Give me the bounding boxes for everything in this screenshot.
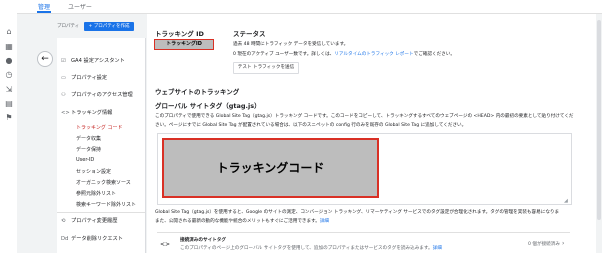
home-icon[interactable]: ⌂ [5, 28, 13, 36]
send-test-traffic-button[interactable]: テスト トラフィックを送信 [233, 62, 299, 74]
scrollbar[interactable] [596, 14, 602, 253]
resize-handle-icon[interactable]: ◢ [564, 198, 568, 204]
gtag-description-line2: さい。ページにすでに Global Site Tag が配置されている場合は、以… [155, 123, 467, 128]
nav-item-ga4-assistant[interactable]: ☑ GA4 設定アシスタント [61, 57, 125, 64]
nav-sub-tracking-code[interactable]: トラッキング コード [76, 124, 122, 131]
code-icon: <> [61, 110, 70, 116]
code-icon-connected: <> [160, 241, 171, 248]
nav-item-access-management[interactable]: ⚇ プロパティのアクセス管理 [61, 91, 133, 98]
settings-box-icon: ▭ [61, 75, 66, 81]
property-nav: ☑ GA4 設定アシスタント ▭ プロパティ設定 ⚇ プロパティのアクセス管理 <>ト… [57, 38, 146, 253]
nav-sub-search-term-exclusion[interactable]: 検索キーワード除外リスト [76, 201, 136, 208]
gtag-description-line1: このプロパティで使用できる Global Site Tag（gtag.js）トラ… [155, 114, 574, 119]
tracking-id-label: トラッキング ID [155, 30, 204, 38]
left-rail: ⌂ ▦ ● ◷ ⇲ ▤ ⚑ [0, 0, 18, 253]
connected-tags-count: 0 個が接続済み [528, 242, 560, 247]
reports-icon[interactable]: ▦ [5, 43, 13, 51]
nav-item-tracking-info[interactable]: <>トラッキング情報 [61, 109, 112, 116]
connected-tags-desc: このプロパティのページ上のグローバル サイトタグを使用して、追加のプロパティまた… [180, 246, 442, 251]
check-square-icon: ☑ [61, 58, 66, 64]
tab-user[interactable]: ユーザー [68, 2, 92, 11]
property-column-label: プロパティ [57, 24, 80, 29]
nav-sub-user-id[interactable]: User-ID [76, 157, 94, 163]
create-property-button[interactable]: + プロパティを作成 [84, 22, 134, 31]
acquisition-icon[interactable]: ⇲ [5, 86, 13, 94]
nav-sub-organic-search[interactable]: オーガニック検索ソース [76, 179, 131, 186]
connected-tags-title: 接続済みのサイトタグ [180, 238, 226, 243]
flag-icon[interactable]: ⚑ [5, 114, 13, 122]
top-bar: 管理 ユーザー [17, 0, 602, 14]
back-arrow-icon[interactable]: ← [37, 51, 53, 67]
dd-icon: Dd [61, 236, 69, 242]
nav-item-data-deletion[interactable]: Dd データ削除リクエスト [61, 235, 123, 242]
tab-admin[interactable]: 管理 [38, 2, 50, 11]
gtag-learn-more-link[interactable]: 詳細 [320, 219, 329, 224]
gtag-heading: グローバル サイトタグ（gtag.js） [155, 102, 261, 110]
gtag-footer-line1: Global Site Tag（gtag.js）を使用すると、Google のサ… [155, 210, 560, 215]
nav-sub-data-collection[interactable]: データ収集 [76, 135, 101, 142]
nav-sub-referral-exclusion[interactable]: 参照元除外リスト [76, 190, 116, 197]
nav-item-change-history[interactable]: ⟲ プロパティ変更履歴 [61, 217, 117, 224]
tracking-id-value: トラッキングID [154, 39, 214, 50]
status-line1: 過去 48 時間にトラフィック データを受信しています。 [233, 42, 349, 47]
gtag-footer-line2: また、公開される最新の動的な機能や統合のメリットもすぐにご活用できます。詳細 [155, 219, 330, 224]
scrollbar-thumb[interactable] [597, 20, 601, 220]
history-icon: ⟲ [61, 218, 66, 224]
realtime-report-link[interactable]: リアルタイムのトラフィック レポート [334, 52, 413, 57]
behavior-icon[interactable]: ▤ [5, 100, 13, 108]
active-tab-indicator [37, 11, 51, 13]
clock-icon[interactable]: ◷ [5, 71, 13, 79]
people-icon: ⚇ [61, 92, 66, 98]
chevron-right-icon[interactable]: › [562, 240, 564, 247]
nav-divider [57, 212, 145, 213]
status-line2: 0 現在のアクティブ ユーザー数です。詳しくは、リアルタイムのトラフィック レポ… [233, 52, 455, 57]
status-label: ステータス [233, 30, 266, 38]
website-tracking-heading: ウェブサイトのトラッキング [155, 88, 240, 96]
nav-sub-data-retention[interactable]: データ保持 [76, 146, 101, 153]
person-icon[interactable]: ● [5, 57, 13, 65]
tracking-code-value: トラッキングコード [162, 138, 379, 198]
nav-sub-session-settings[interactable]: セッション設定 [76, 168, 111, 175]
connected-learn-more-link[interactable]: 詳細 [433, 246, 442, 251]
nav-item-property-settings[interactable]: ▭ プロパティ設定 [61, 74, 107, 81]
